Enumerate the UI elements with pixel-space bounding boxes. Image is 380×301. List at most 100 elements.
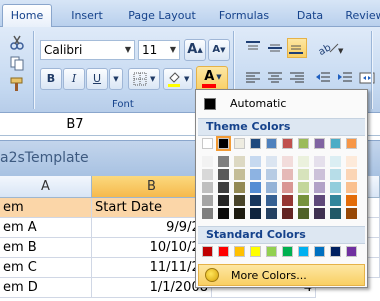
theme-shade-swatch[interactable] <box>266 195 277 206</box>
theme-shade-swatch[interactable] <box>234 182 245 193</box>
cut-icon[interactable] <box>8 33 26 51</box>
cell-b[interactable]: 1/1/2008 <box>92 278 212 298</box>
more-colors-button[interactable]: More Colors... <box>198 264 365 286</box>
chevron-down-icon[interactable]: ▼ <box>167 41 179 59</box>
theme-shade-swatch[interactable] <box>202 195 213 206</box>
theme-color-swatch[interactable] <box>202 138 213 149</box>
theme-color-swatch[interactable] <box>346 138 357 149</box>
theme-shade-swatch[interactable] <box>346 195 357 206</box>
theme-color-swatch[interactable] <box>266 138 277 149</box>
cell-b-header[interactable]: Start Date <box>92 198 212 218</box>
theme-shade-swatch[interactable] <box>250 169 261 180</box>
grow-font-button[interactable]: A▲ <box>184 39 206 61</box>
theme-shade-swatch[interactable] <box>298 195 309 206</box>
tab-review[interactable]: Review <box>340 6 380 28</box>
theme-shade-swatch[interactable] <box>298 208 309 219</box>
theme-shade-swatch[interactable] <box>314 208 325 219</box>
theme-shade-swatch[interactable] <box>314 169 325 180</box>
theme-shade-swatch[interactable] <box>282 182 293 193</box>
theme-color-swatch[interactable] <box>250 138 261 149</box>
font-name-combo[interactable]: Calibri ▼ <box>40 40 135 60</box>
theme-shade-swatch[interactable] <box>250 195 261 206</box>
cell-b[interactable]: 9/9/20 <box>92 218 212 238</box>
standard-color-swatch[interactable] <box>330 246 341 257</box>
cell-a[interactable]: em B <box>0 238 92 258</box>
increase-indent-icon[interactable] <box>336 69 354 87</box>
theme-color-swatch[interactable] <box>330 138 341 149</box>
theme-shade-swatch[interactable] <box>250 156 261 167</box>
cell-a-header[interactable]: em <box>0 198 92 218</box>
cell-a[interactable]: em C <box>0 258 92 278</box>
theme-color-swatch[interactable] <box>234 138 245 149</box>
theme-shade-swatch[interactable] <box>266 208 277 219</box>
shrink-font-button[interactable]: A▼ <box>208 39 230 61</box>
theme-shade-swatch[interactable] <box>282 208 293 219</box>
theme-shade-swatch[interactable] <box>218 195 229 206</box>
standard-color-swatch[interactable] <box>250 246 261 257</box>
align-left-icon[interactable] <box>244 69 262 87</box>
theme-shade-swatch[interactable] <box>330 195 341 206</box>
theme-shade-swatch[interactable] <box>330 156 341 167</box>
theme-shade-swatch[interactable] <box>346 156 357 167</box>
theme-shade-swatch[interactable] <box>202 169 213 180</box>
theme-shade-swatch[interactable] <box>346 208 357 219</box>
cell-b[interactable]: 10/10/20 <box>92 238 212 258</box>
cell-b[interactable]: 11/11/20 <box>92 258 212 278</box>
standard-color-swatch[interactable] <box>314 246 325 257</box>
theme-shade-swatch[interactable] <box>314 156 325 167</box>
tab-formulas[interactable]: Formulas <box>212 6 276 28</box>
theme-shade-swatch[interactable] <box>218 169 229 180</box>
theme-shade-swatch[interactable] <box>218 208 229 219</box>
underline-button[interactable]: U <box>86 68 108 90</box>
theme-shade-swatch[interactable] <box>202 182 213 193</box>
merge-center-icon[interactable] <box>358 69 376 87</box>
column-header-a[interactable]: A <box>0 176 92 198</box>
tab-data[interactable]: Data <box>288 6 332 28</box>
theme-shade-swatch[interactable] <box>202 156 213 167</box>
cell-a[interactable]: em D <box>0 278 92 298</box>
standard-color-swatch[interactable] <box>346 246 357 257</box>
theme-shade-swatch[interactable] <box>234 208 245 219</box>
name-box[interactable]: B7 <box>0 115 150 135</box>
align-middle-icon[interactable] <box>266 39 284 57</box>
borders-button[interactable]: ▼ <box>128 68 160 90</box>
theme-shade-swatch[interactable] <box>298 182 309 193</box>
theme-shade-swatch[interactable] <box>234 195 245 206</box>
theme-shade-swatch[interactable] <box>346 169 357 180</box>
tab-page-layout[interactable]: Page Layout <box>122 6 202 28</box>
theme-shade-swatch[interactable] <box>234 156 245 167</box>
orientation-icon[interactable]: ab ▼ <box>315 39 345 58</box>
theme-shade-swatch[interactable] <box>298 169 309 180</box>
theme-shade-swatch[interactable] <box>314 182 325 193</box>
theme-shade-swatch[interactable] <box>218 156 229 167</box>
tab-insert[interactable]: Insert <box>60 6 114 28</box>
column-header-b[interactable]: B <box>92 176 212 198</box>
align-right-icon[interactable] <box>288 69 306 87</box>
theme-shade-swatch[interactable] <box>266 169 277 180</box>
standard-color-swatch[interactable] <box>282 246 293 257</box>
standard-color-swatch[interactable] <box>298 246 309 257</box>
chevron-down-icon[interactable]: ▼ <box>122 41 134 59</box>
theme-shade-swatch[interactable] <box>346 182 357 193</box>
copy-icon[interactable] <box>8 54 26 72</box>
theme-shade-swatch[interactable] <box>330 208 341 219</box>
theme-shade-swatch[interactable] <box>330 169 341 180</box>
standard-color-swatch[interactable] <box>266 246 277 257</box>
theme-shade-swatch[interactable] <box>234 169 245 180</box>
underline-dropdown[interactable]: ▼ <box>109 68 123 90</box>
theme-shade-swatch[interactable] <box>266 182 277 193</box>
theme-shade-swatch[interactable] <box>314 195 325 206</box>
theme-shade-swatch[interactable] <box>330 182 341 193</box>
align-top-icon[interactable] <box>244 39 262 57</box>
theme-shade-swatch[interactable] <box>298 156 309 167</box>
cell-a[interactable]: em A <box>0 218 92 238</box>
theme-shade-swatch[interactable] <box>282 195 293 206</box>
theme-color-swatch[interactable] <box>314 138 325 149</box>
align-center-icon[interactable] <box>266 69 284 87</box>
font-size-combo[interactable]: 11 ▼ <box>138 40 180 60</box>
theme-shade-swatch[interactable] <box>282 169 293 180</box>
bold-button[interactable]: B <box>40 68 62 90</box>
italic-button[interactable]: I <box>63 68 85 90</box>
theme-shade-swatch[interactable] <box>250 208 261 219</box>
theme-color-swatch[interactable] <box>216 136 231 151</box>
